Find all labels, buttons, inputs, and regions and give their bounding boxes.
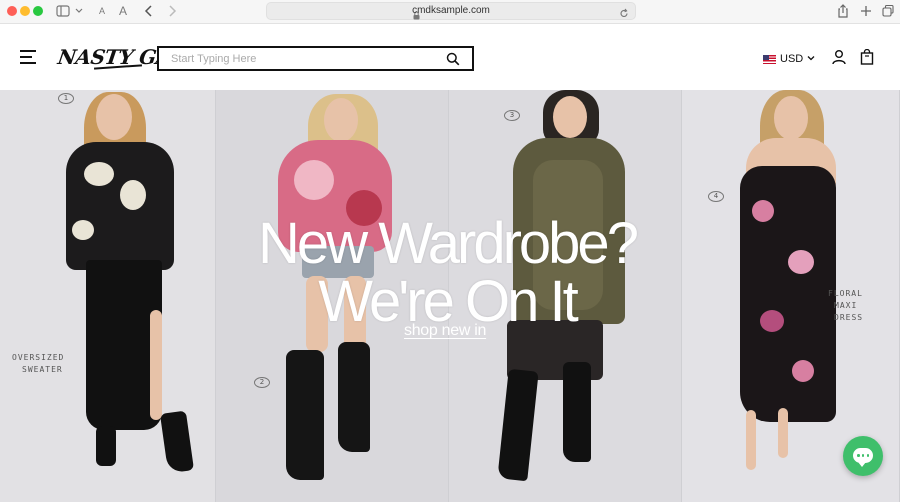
close-window-button[interactable] [7,6,17,16]
site-header: NASTY GAL USD [0,25,900,90]
hero-headline-line-1: New Wardrobe? [258,211,639,276]
chat-bubble-icon [853,448,873,467]
back-icon[interactable] [143,3,155,19]
url-text: cmdksample.com [412,5,490,16]
reload-icon[interactable] [619,6,629,24]
panel-number-4: 4 [708,191,724,202]
panel-number-2: 2 [254,377,270,388]
sidebar-icon[interactable] [56,3,70,19]
text-larger-button[interactable]: A [117,3,129,19]
minimize-window-button[interactable] [20,6,30,16]
account-icon[interactable] [831,49,847,70]
currency-selector[interactable]: USD [763,52,815,66]
chevron-down-icon [807,53,815,65]
browser-toolbar: A A cmdksample.com [0,0,900,24]
panel-number-3: 3 [504,110,520,121]
search-box[interactable] [157,46,474,71]
chevron-down-icon[interactable] [74,3,84,19]
new-tab-icon[interactable] [859,3,873,19]
annotation-oversized-sweater: Oversized Sweater [12,353,65,374]
forward-icon[interactable] [166,3,178,19]
share-icon[interactable] [836,3,850,19]
zoom-window-button[interactable] [33,6,43,16]
tab-overview-icon[interactable] [881,3,895,19]
us-flag-icon [763,54,776,64]
text-smaller-button[interactable]: A [97,3,107,19]
search-icon[interactable] [446,52,460,71]
menu-icon[interactable] [20,50,36,64]
bag-icon[interactable] [860,48,874,70]
address-bar[interactable]: cmdksample.com [266,2,636,20]
chat-button[interactable] [843,436,883,476]
currency-label: USD [780,53,804,65]
hero-banner[interactable]: 1 Oversized Sweater 2 3 [0,90,900,502]
panel-number-1: 1 [58,93,74,104]
shop-new-in-link[interactable]: shop new in [404,322,486,340]
search-input[interactable] [159,48,429,69]
